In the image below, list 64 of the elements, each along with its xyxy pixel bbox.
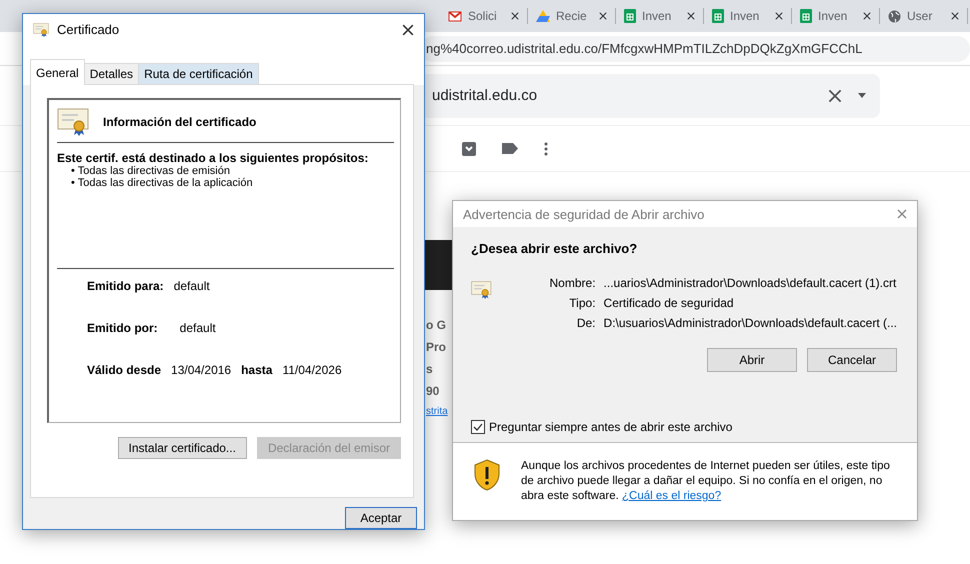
- field-label: hasta: [241, 363, 272, 378]
- field-value: default: [180, 321, 216, 336]
- browser-tab[interactable]: Solici: [440, 8, 528, 24]
- close-icon[interactable]: [775, 12, 783, 20]
- field-label: Emitido por:: [87, 321, 158, 336]
- certificate-icon: [33, 22, 49, 37]
- purpose-item: • Todas las directivas de la aplicación: [71, 177, 254, 190]
- inbox-icon[interactable]: [462, 142, 476, 156]
- dialog-button[interactable]: Abrir: [707, 348, 797, 372]
- spreadsheet-icon: [800, 9, 812, 23]
- browser-tab[interactable]: User: [880, 8, 968, 24]
- browser-tab[interactable]: Inven: [792, 8, 880, 24]
- field-label: Nombre:: [548, 276, 596, 290]
- field-value: default: [174, 279, 210, 294]
- caret-icon[interactable]: [858, 93, 866, 98]
- browser-tab[interactable]: Inven: [616, 8, 704, 24]
- close-icon[interactable]: [863, 12, 871, 20]
- page-link[interactable]: strita: [426, 406, 448, 417]
- dialog-button[interactable]: Cancelar: [807, 348, 897, 372]
- globe-icon: [888, 10, 901, 22]
- field-label: De:: [576, 316, 596, 330]
- page-text: s: [426, 362, 434, 376]
- risk-link[interactable]: ¿Cuál es el riesgo?: [622, 490, 722, 502]
- field-label: Emitido para:: [87, 279, 164, 294]
- section-heading: Información del certificado: [103, 115, 256, 130]
- page-text: 90: [426, 384, 440, 398]
- label-icon[interactable]: [502, 143, 518, 154]
- field-label: Válido desde: [87, 363, 162, 378]
- dialog-button[interactable]: Instalar certificado...: [118, 437, 247, 460]
- close-icon[interactable]: [687, 12, 695, 20]
- field-value: Certificado de seguridad: [604, 296, 735, 310]
- close-icon[interactable]: [599, 12, 607, 20]
- window-title: Certificado: [57, 22, 120, 38]
- page-text: o G: [426, 318, 447, 332]
- page-text: Pro: [426, 340, 448, 354]
- clear-icon[interactable]: [828, 88, 842, 102]
- dialog-tab[interactable]: General: [30, 59, 85, 86]
- purposes-title: Este certif. está destinado a los siguientes propósitos:: [57, 151, 370, 166]
- close-icon[interactable]: [511, 12, 519, 20]
- dialog-tab[interactable]: Detalles: [84, 63, 140, 86]
- field-value: 13/04/2016: [171, 363, 232, 378]
- envelope-icon: [448, 10, 462, 22]
- certificate-icon: [57, 108, 89, 136]
- field-value: ...uarios\Administrador\Downloads\default.cacert (1).crt: [604, 276, 897, 290]
- close-icon[interactable]: [402, 24, 414, 36]
- checkbox[interactable]: [471, 420, 485, 434]
- dialog-question: ¿Desea abrir este archivo?: [471, 241, 638, 256]
- browser-tab[interactable]: Recie: [528, 8, 616, 24]
- triangle-icon: [536, 10, 550, 22]
- checkbox-label: Preguntar siempre antes de abrir este archivo: [489, 420, 732, 434]
- browser-tab[interactable]: Inven: [704, 8, 792, 24]
- shield-warning-icon: [473, 459, 501, 491]
- close-icon[interactable]: [951, 12, 959, 20]
- field-value: D:\usuarios\Administrador\Downloads\default.cacert (...: [604, 316, 897, 330]
- spreadsheet-icon: [624, 9, 636, 23]
- purpose-item: • Todas las directivas de emisión: [71, 165, 231, 178]
- spreadsheet-icon: [712, 9, 724, 23]
- window-title: Advertencia de seguridad de Abrir archivo: [463, 206, 706, 222]
- field-value: 11/04/2026: [282, 363, 342, 378]
- more-icon[interactable]: [544, 142, 548, 156]
- field-label: Tipo:: [568, 296, 596, 310]
- ok-button[interactable]: Aceptar: [345, 507, 417, 529]
- dialog-tab[interactable]: Ruta de certificación: [138, 63, 259, 86]
- warning-text: Aunque los archivos procedentes de Internet pueden ser útiles, este tipo de archivo puede llegar a dañar el equipo. Si no confía en el origen, no abra este software. ¿Cuál es el riesgo?: [521, 459, 891, 504]
